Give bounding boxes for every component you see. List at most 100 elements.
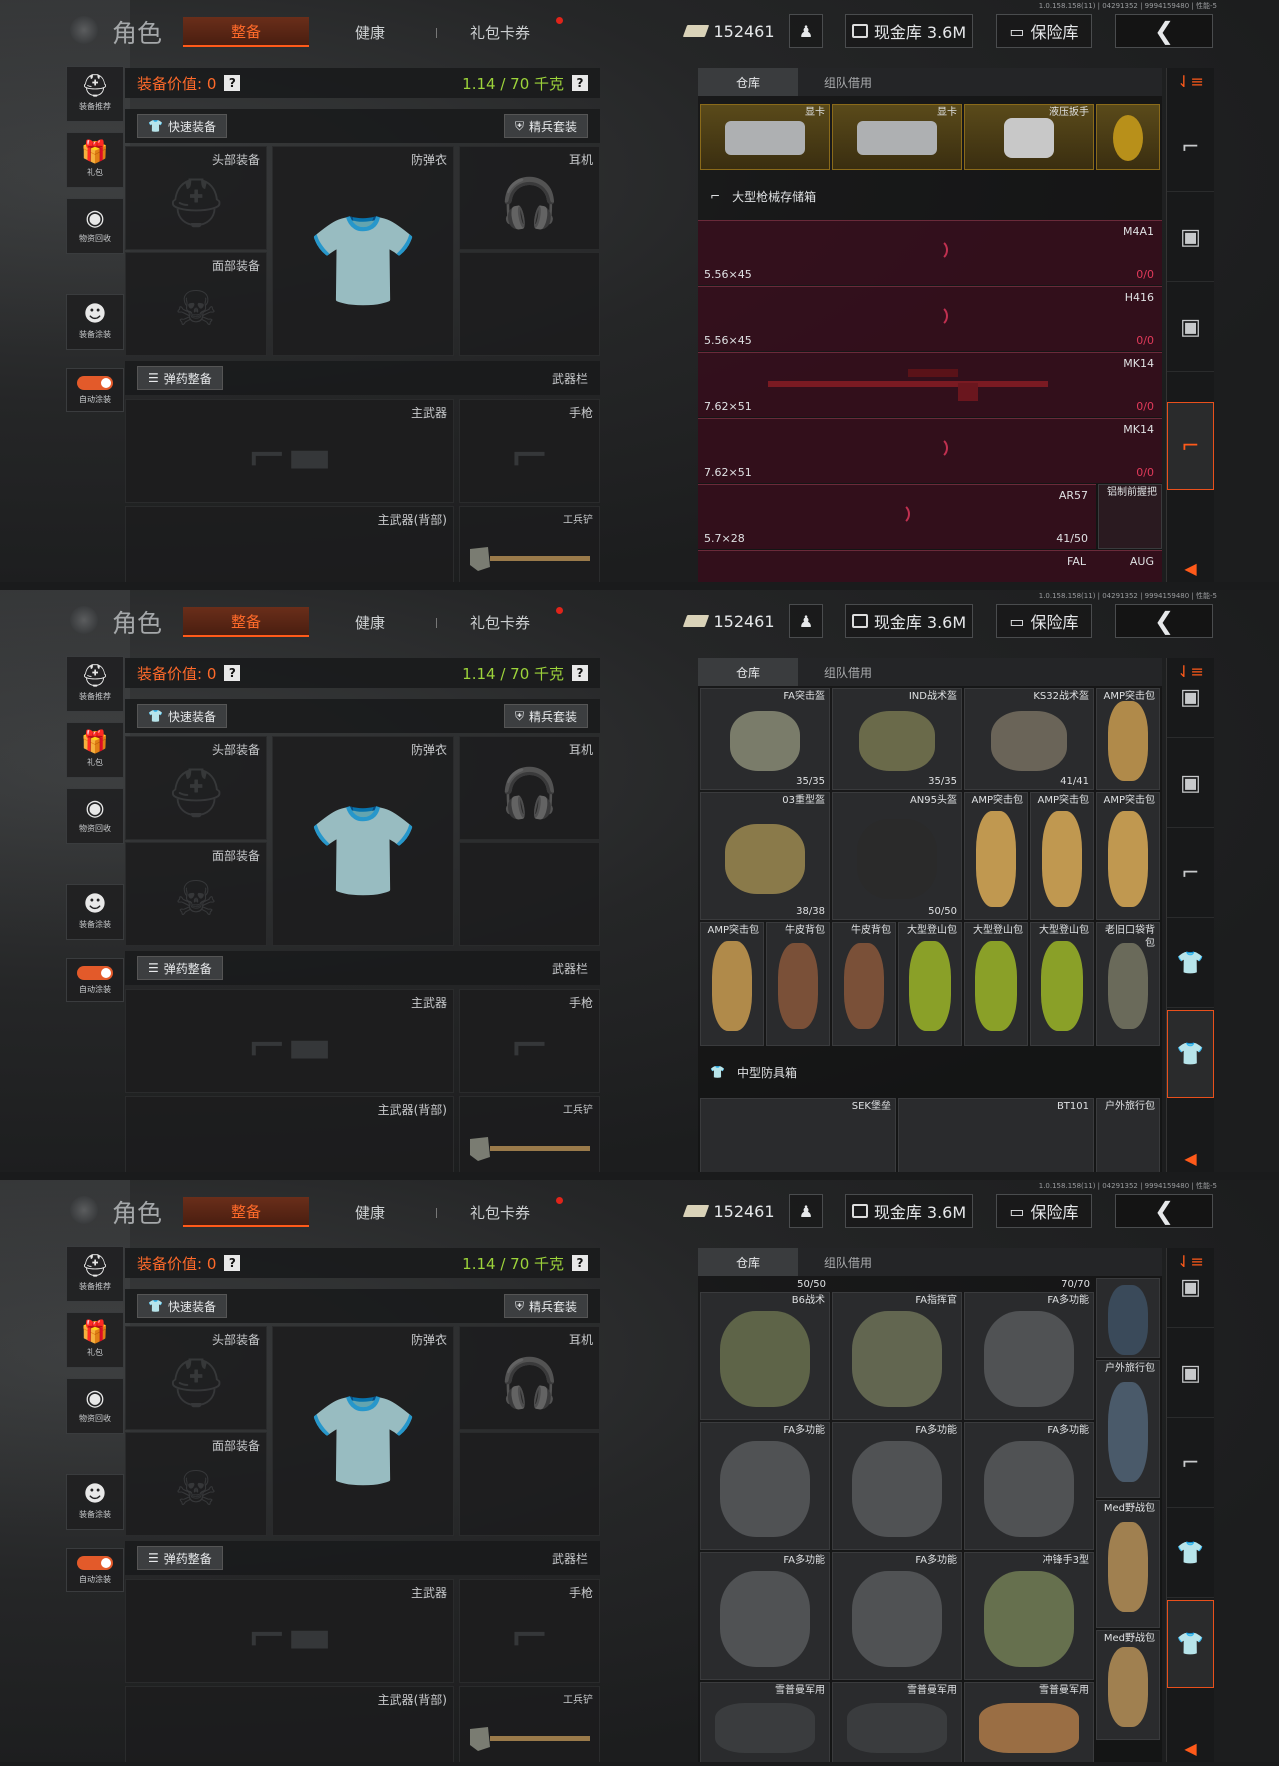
tab-team-borrow[interactable]: 组队借用: [798, 658, 898, 686]
sidebar-recommend[interactable]: ⛑ 装备推荐: [66, 656, 124, 712]
item-cell[interactable]: 显卡: [700, 104, 830, 170]
toggle-switch[interactable]: [77, 375, 113, 390]
ammo-equip-button[interactable]: ☰ 弹药整备: [137, 956, 223, 980]
primary-weapon-slot[interactable]: 主武器 ⌐▬: [125, 1579, 454, 1683]
item-cell[interactable]: AMP突击包: [964, 792, 1028, 920]
shovel-slot[interactable]: 工兵铲: [459, 506, 600, 582]
back-button[interactable]: ❮: [1115, 1194, 1213, 1228]
tab-gift-cards[interactable]: 礼包卡券: [455, 607, 545, 637]
item-cell-partial[interactable]: 50/50: [700, 1278, 830, 1290]
item-cell[interactable]: 大型登山包: [964, 922, 1028, 1046]
item-cell[interactable]: 大型登山包: [1030, 922, 1094, 1046]
tab-gift-cards[interactable]: 礼包卡券: [455, 1197, 545, 1227]
help-icon[interactable]: ?: [572, 665, 588, 681]
sidebar-recycle[interactable]: ◉ 物资回收: [66, 198, 124, 254]
item-cell[interactable]: 液压扳手: [964, 104, 1094, 170]
sidebar-recommend[interactable]: ⛑ 装备推荐: [66, 66, 124, 122]
tab-warehouse[interactable]: 仓库: [698, 1248, 798, 1276]
item-cell[interactable]: 雪普曼军用: [832, 1682, 962, 1762]
quick-equip-button[interactable]: 👕 快速装备: [137, 114, 227, 138]
tab-health[interactable]: 健康: [340, 607, 400, 637]
weapon-row[interactable]: M4A1 5.56×45 0/0: [698, 220, 1162, 285]
category-armor[interactable]: 👕: [1167, 920, 1214, 1008]
collapse-arrow-icon[interactable]: ◀: [1167, 556, 1214, 580]
head-slot[interactable]: 头部装备 ⛑: [125, 736, 267, 840]
tab-gift-cards[interactable]: 礼包卡券: [455, 17, 545, 47]
sidebar-paint[interactable]: ☻ 装备涂装: [66, 884, 124, 940]
item-cell[interactable]: FA多功能: [832, 1552, 962, 1680]
tab-health[interactable]: 健康: [340, 17, 400, 47]
item-cell[interactable]: 雪普曼军用: [700, 1682, 830, 1762]
category-box[interactable]: ▣: [1167, 1330, 1214, 1418]
item-cell[interactable]: 户外旅行包: [1096, 1098, 1160, 1172]
weapon-row[interactable]: H416 5.56×45 0/0: [698, 286, 1162, 351]
quick-equip-button[interactable]: 👕 快速装备: [137, 1294, 227, 1318]
primary-back-slot[interactable]: 主武器(背部): [125, 506, 454, 582]
help-icon[interactable]: ?: [224, 75, 241, 91]
category-rifle[interactable]: ⌐: [1167, 830, 1214, 918]
collapse-arrow-icon[interactable]: ◀: [1167, 1146, 1214, 1170]
tab-team-borrow[interactable]: 组队借用: [798, 68, 898, 96]
item-cell[interactable]: BT101: [898, 1098, 1094, 1172]
ammo-equip-button[interactable]: ☰ 弹药整备: [137, 366, 223, 390]
item-cell[interactable]: 大型登山包: [898, 922, 962, 1046]
item-cell[interactable]: SEK堡垒: [700, 1098, 896, 1172]
cash-vault-button[interactable]: 现金库 3.6M: [845, 604, 973, 638]
safe-vault-button[interactable]: ▭ 保险库: [996, 1194, 1092, 1228]
armor-slot[interactable]: 防弹衣 👕: [272, 146, 454, 356]
item-cell[interactable]: AN95头盔 50/50: [832, 792, 962, 920]
elite-set-button[interactable]: ⛨ 精兵套装: [503, 1294, 588, 1318]
weapon-row[interactable]: FAL AUG: [698, 550, 1162, 582]
elite-set-button[interactable]: ⛨ 精兵套装: [503, 704, 588, 728]
category-box[interactable]: ▣: [1167, 284, 1214, 372]
back-button[interactable]: ❮: [1115, 14, 1213, 48]
item-cell[interactable]: FA指挥官: [832, 1292, 962, 1420]
tab-loadout[interactable]: 整备: [183, 607, 309, 637]
category-armor-active[interactable]: 👕: [1167, 1010, 1214, 1098]
sidebar-recycle[interactable]: ◉ 物资回收: [66, 1378, 124, 1434]
help-icon[interactable]: ?: [224, 665, 241, 681]
item-cell[interactable]: [1096, 104, 1160, 170]
sidebar-gift[interactable]: 🎁 礼包: [66, 132, 124, 188]
toggle-switch[interactable]: [77, 1555, 113, 1570]
collapse-arrow-icon[interactable]: ◀: [1167, 1736, 1214, 1760]
weapon-row[interactable]: MK14 7.62×51 0/0: [698, 418, 1162, 483]
item-cell[interactable]: 牛皮背包: [832, 922, 896, 1046]
elite-set-button[interactable]: ⛨ 精兵套装: [503, 114, 588, 138]
primary-back-slot[interactable]: 主武器(背部): [125, 1686, 454, 1762]
auto-paint-toggle[interactable]: 自动涂装: [66, 368, 124, 412]
sidebar-recommend[interactable]: ⛑ 装备推荐: [66, 1246, 124, 1302]
sidebar-paint[interactable]: ☻ 装备涂装: [66, 1474, 124, 1530]
face-slot[interactable]: 面部装备 ☠: [125, 842, 267, 946]
primary-weapon-slot[interactable]: 主武器 ⌐▬: [125, 399, 454, 503]
category-rifle[interactable]: ⌐: [1167, 104, 1214, 192]
help-icon[interactable]: ?: [224, 1255, 241, 1271]
shovel-slot[interactable]: 工兵铲: [459, 1096, 600, 1172]
profile-button[interactable]: ♟: [789, 604, 823, 638]
face-slot[interactable]: 面部装备 ☠: [125, 252, 267, 356]
category-armor[interactable]: 👕: [1167, 1510, 1214, 1598]
sidebar-recycle[interactable]: ◉ 物资回收: [66, 788, 124, 844]
category-box[interactable]: ▣: [1167, 658, 1214, 738]
safe-vault-button[interactable]: ▭ 保险库: [996, 604, 1092, 638]
item-cell[interactable]: 铝制前握把: [1098, 484, 1162, 549]
pistol-slot[interactable]: 手枪 ⌐: [459, 989, 600, 1093]
armor-slot[interactable]: 防弹衣 👕: [272, 736, 454, 946]
weapon-row[interactable]: AR57 5.7×28 41/50: [698, 484, 1096, 549]
category-box[interactable]: ▣: [1167, 194, 1214, 282]
tab-team-borrow[interactable]: 组队借用: [798, 1248, 898, 1276]
item-cell[interactable]: IND战术盔 35/35: [832, 688, 962, 790]
item-cell[interactable]: FA多功能: [964, 1422, 1094, 1550]
back-button[interactable]: ❮: [1115, 604, 1213, 638]
toggle-switch[interactable]: [77, 965, 113, 980]
weapon-row[interactable]: MK14 7.62×51 0/0: [698, 352, 1162, 417]
item-cell[interactable]: FA多功能: [832, 1422, 962, 1550]
category-rifle[interactable]: ⌐: [1167, 1420, 1214, 1508]
tab-loadout[interactable]: 整备: [183, 17, 309, 47]
item-cell[interactable]: AMP突击包: [1096, 792, 1160, 920]
item-cell-partial[interactable]: 70/70: [832, 1278, 1094, 1290]
ammo-equip-button[interactable]: ☰ 弹药整备: [137, 1546, 223, 1570]
shovel-slot[interactable]: 工兵铲: [459, 1686, 600, 1762]
safe-vault-button[interactable]: ▭ 保险库: [996, 14, 1092, 48]
auto-paint-toggle[interactable]: 自动涂装: [66, 1548, 124, 1592]
